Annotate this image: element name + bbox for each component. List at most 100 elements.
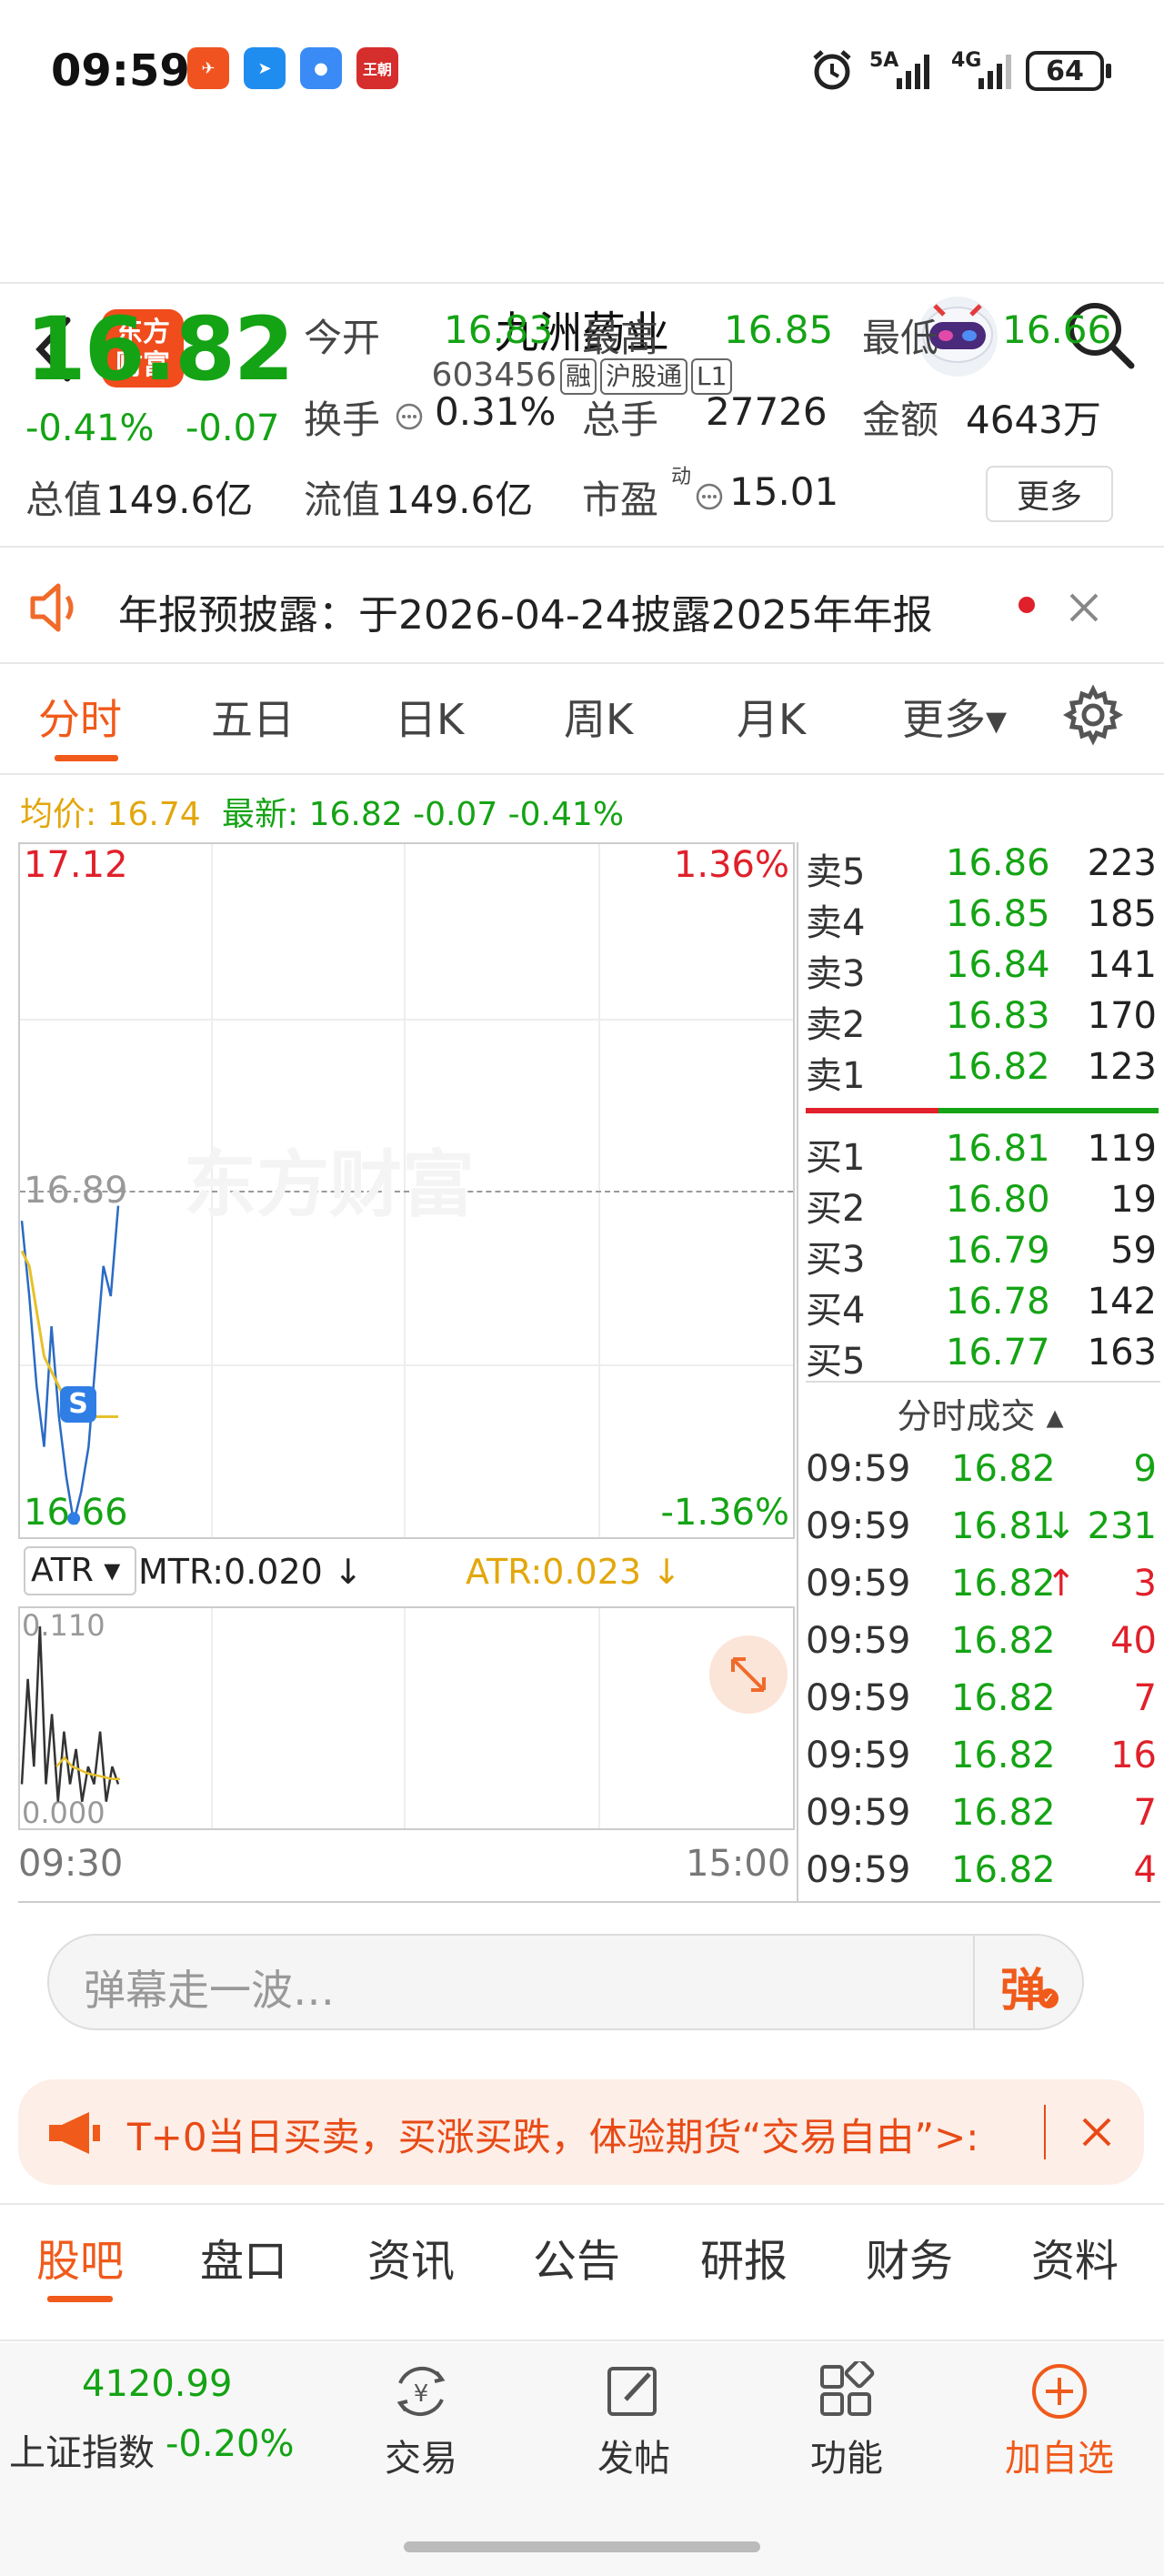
danmu-input[interactable]: 弹幕走一波… (84, 1957, 335, 2018)
notice-text: 年报预披露：于2026-04-24披露2025年年报 (118, 592, 933, 639)
post-button[interactable]: 发帖 (557, 2361, 711, 2481)
mtr-series-line (20, 1625, 120, 1802)
tick-row: 09:59 16.82 40 (806, 1620, 1160, 1676)
tab-daily-k[interactable]: 日K (395, 687, 464, 747)
ask-row[interactable]: 卖1 16.82 123 (806, 1046, 1160, 1097)
high-label: 最高 (582, 316, 659, 360)
tick-row: 09:59 16.82 16 (806, 1735, 1160, 1791)
bid-label: 买2 (806, 1188, 866, 1230)
atr-value: ATR:0.023 ↓ (466, 1552, 682, 1592)
ask-price: 16.84 (946, 944, 1050, 986)
low-point-dot (67, 1512, 81, 1525)
quote-divider (0, 546, 1164, 548)
tick-price: 16.82 (951, 1620, 1056, 1662)
bid-row[interactable]: 买1 16.81 119 (806, 1128, 1160, 1179)
index-value[interactable]: 4120.99 (82, 2363, 232, 2405)
tab-more[interactable]: 更多▾ (902, 687, 1007, 747)
danmu-input-container[interactable]: 弹幕走一波… 弹 ✓ (47, 1934, 1084, 2030)
bid-row[interactable]: 买5 16.77 163 (806, 1332, 1160, 1383)
mtr-value: MTR:0.020 ↓ (138, 1552, 363, 1592)
ask-row[interactable]: 卖3 16.84 141 (806, 944, 1160, 995)
tab-monthly-k[interactable]: 月K (737, 687, 806, 747)
bid-row[interactable]: 买3 16.79 59 (806, 1230, 1160, 1281)
volume-value: 27726 (706, 389, 828, 434)
ask-label: 卖4 (806, 902, 866, 944)
status-time: 09:59 (51, 45, 190, 96)
tab-active-indicator (55, 755, 118, 761)
bid-price: 16.78 (946, 1281, 1050, 1323)
bid-row[interactable]: 买4 16.78 142 (806, 1281, 1160, 1332)
tick-volume: 7 (1133, 1792, 1157, 1834)
bottom-tab-indicator (47, 2296, 113, 2302)
tick-time: 09:59 (806, 1563, 911, 1605)
functions-button[interactable]: 功能 (769, 2361, 924, 2481)
intraday-chart[interactable]: 东方财富 17.12 1.36% 16.89 16.66 -1.36% S (18, 842, 795, 1539)
float-cap-value: 149.6亿 (386, 478, 534, 522)
post-label: 发帖 (597, 2438, 670, 2480)
indicator-chart[interactable]: 0.110 0.000 (18, 1606, 795, 1830)
signal-marker[interactable]: S (60, 1386, 96, 1423)
index-name[interactable]: 上证指数 (9, 2423, 155, 2476)
bid-price: 16.81 (946, 1128, 1050, 1170)
pe-info-icon[interactable] (695, 482, 724, 511)
bid-row[interactable]: 买2 16.80 19 (806, 1179, 1160, 1230)
indicator-select[interactable]: ATR ▾ (24, 1546, 136, 1595)
battery-icon: 64 (1026, 51, 1104, 91)
tick-price: 16.82 (951, 1849, 1056, 1891)
tick-price: 16.82 (951, 1563, 1056, 1605)
promo-text: T+0当日买卖，买涨买跌，体验期货“交易自由”>: (127, 2115, 979, 2159)
tab-news[interactable]: 资讯 (367, 2225, 455, 2289)
stock-header: 东方 财富 九洲药业 603456 融沪股通 L1 (0, 146, 1164, 395)
more-quote-button[interactable]: 更多 (986, 466, 1113, 522)
close-promo-icon[interactable] (1079, 2114, 1115, 2150)
notice-dot (1018, 597, 1035, 613)
app-icon-4: 王朝 (356, 47, 398, 89)
tab-weekly-k[interactable]: 周K (564, 687, 633, 747)
turnover-value: 0.31% (435, 389, 557, 434)
indicator-line-chart (20, 1625, 120, 1802)
info-icon[interactable] (395, 402, 424, 431)
signal-icon-2 (978, 55, 1011, 89)
pe-superscript: 动 (671, 466, 692, 488)
tab-profile[interactable]: 资料 (1031, 2225, 1119, 2289)
home-indicator (404, 2541, 760, 2552)
tab-five-day[interactable]: 五日 (211, 687, 295, 747)
tab-finance[interactable]: 财务 (866, 2225, 953, 2289)
tick-volume: 16 (1110, 1735, 1157, 1776)
trade-button[interactable]: ¥ 交易 (344, 2361, 498, 2481)
battery-tip (1106, 64, 1111, 78)
bid-label: 买4 (806, 1290, 866, 1332)
tab-intraday[interactable]: 分时 (38, 687, 122, 747)
check-icon: ✓ (1039, 1988, 1059, 2008)
tab-research[interactable]: 研报 (700, 2225, 788, 2289)
add-watchlist-button[interactable]: 加自选 (982, 2361, 1137, 2481)
bottom-tabs-divider (0, 2340, 1164, 2341)
notice-bar[interactable]: 年报预披露：于2026-04-24披露2025年年报 (0, 549, 1164, 662)
expand-button[interactable] (709, 1635, 788, 1714)
tabs-divider (0, 773, 1164, 775)
bid-volume: 19 (1110, 1179, 1157, 1221)
ticks-header[interactable]: 分时成交 ▴ (800, 1388, 1160, 1438)
tab-guba[interactable]: 股吧 (36, 2225, 124, 2289)
tick-price: 16.81 (951, 1505, 1056, 1547)
danmu-divider (973, 1936, 975, 2028)
tab-announcements[interactable]: 公告 (533, 2225, 620, 2289)
tab-pankou[interactable]: 盘口 (200, 2225, 287, 2289)
ask-row[interactable]: 卖5 16.86 223 (806, 842, 1160, 893)
gear-icon[interactable] (1062, 684, 1124, 746)
orderbook-divider (797, 842, 798, 1903)
ask-price: 16.85 (946, 893, 1050, 935)
ask-row[interactable]: 卖4 16.85 185 (806, 893, 1160, 944)
tick-row: 09:59 16.82 9 (806, 1448, 1160, 1504)
promo-divider (1044, 2105, 1046, 2159)
ask-row[interactable]: 卖2 16.83 170 (806, 995, 1160, 1046)
bid-volume: 119 (1087, 1128, 1157, 1170)
tick-volume: 3 (1133, 1563, 1157, 1605)
promo-banner[interactable]: T+0当日买卖，买涨买跌，体验期货“交易自由”>: (18, 2079, 1144, 2185)
functions-label: 功能 (810, 2438, 883, 2480)
danmu-button[interactable]: 弹 (1000, 1954, 1046, 2019)
ask-price: 16.82 (946, 1046, 1050, 1088)
plus-circle-icon (1032, 2364, 1087, 2419)
float-cap-label: 流值 (304, 478, 381, 522)
close-icon[interactable] (1066, 589, 1102, 626)
